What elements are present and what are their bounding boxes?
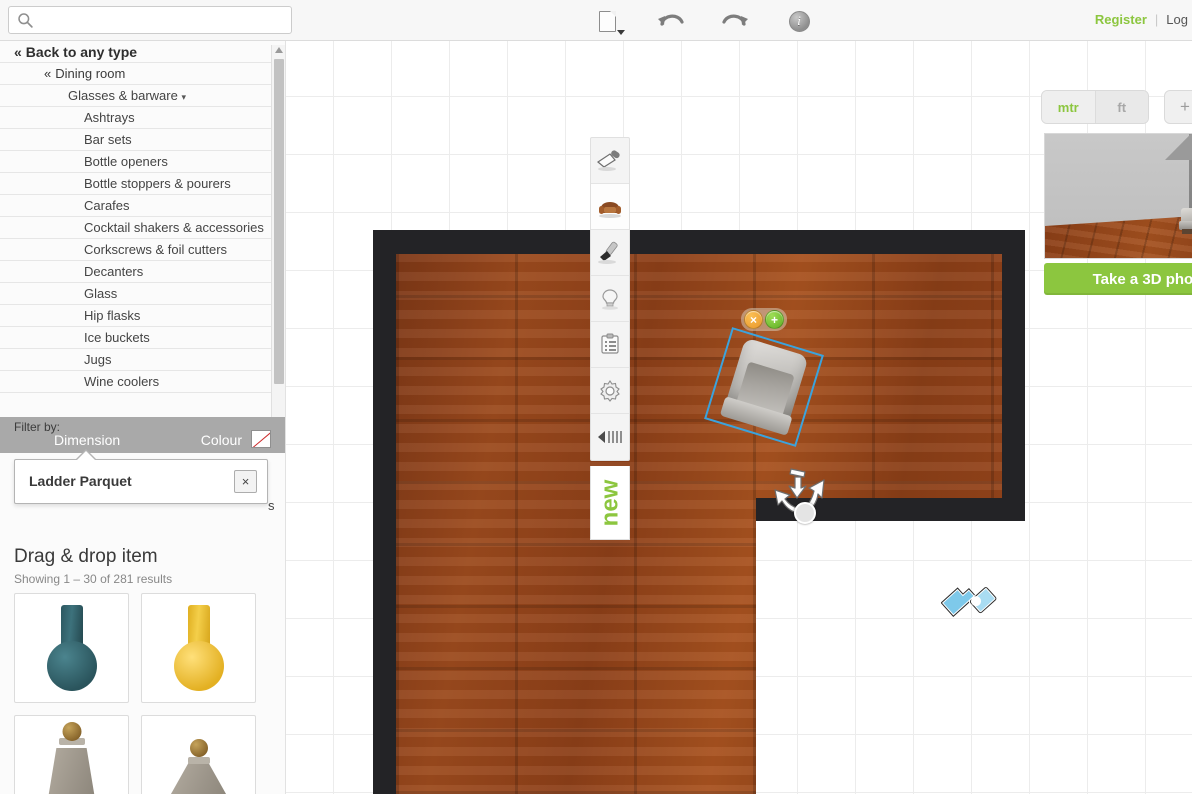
dimension-filter-popup: Ladder Parquet × <box>14 449 268 504</box>
popup-title: Ladder Parquet <box>29 473 132 489</box>
sidebar-item-bar-sets[interactable]: Bar sets <box>0 129 285 151</box>
left-sidebar: «Back to any type «Dining room Glasses &… <box>0 41 286 794</box>
breadcrumb-back-any-type[interactable]: «Back to any type <box>0 41 285 63</box>
login-link[interactable]: Log <box>1166 12 1188 27</box>
sidebar-item-glass[interactable]: Glass <box>0 283 285 305</box>
redo-button[interactable] <box>718 5 752 37</box>
category-group-label: Glasses & barware <box>68 88 178 103</box>
filter-bar: Filter by: Dimension Colour <box>0 417 285 453</box>
wide-decanter-icon <box>159 727 239 794</box>
product-grid <box>14 593 276 794</box>
delete-object-button[interactable]: × <box>744 310 763 329</box>
build-tool[interactable] <box>591 138 629 184</box>
sidebar-item-cocktail-shakers[interactable]: Cocktail shakers & accessories <box>0 217 285 239</box>
close-icon[interactable]: × <box>234 470 257 493</box>
gizmo-center-handle[interactable] <box>794 502 816 524</box>
sidebar-item-carafes[interactable]: Carafes <box>0 195 285 217</box>
search-box[interactable] <box>8 6 292 34</box>
sidebar-item-hip-flasks[interactable]: Hip flasks <box>0 305 285 327</box>
product-thumb-teal-decanter[interactable] <box>14 593 129 703</box>
collapse-arrow-icon <box>598 431 622 443</box>
3d-preview-panel[interactable] <box>1044 133 1192 259</box>
clipboard-icon <box>601 333 619 354</box>
add-object-button[interactable]: + <box>765 310 784 329</box>
product-thumb-tall-glass-decanter[interactable] <box>14 715 129 794</box>
lightbulb-icon <box>602 288 618 310</box>
trowel-icon <box>597 149 620 171</box>
no-colour-swatch-icon[interactable] <box>251 430 271 448</box>
product-thumb-yellow-decanter[interactable] <box>141 593 256 703</box>
unit-toggle[interactable]: mtr ft <box>1041 90 1149 124</box>
header-tool-group: i <box>590 4 816 38</box>
paint-tool[interactable] <box>591 230 629 276</box>
sidebar-item-bottle-openers[interactable]: Bottle openers <box>0 151 285 173</box>
new-tab-label: new <box>596 479 623 526</box>
blue-pointer-marker[interactable] <box>939 575 1001 631</box>
teal-decanter-icon <box>45 605 99 691</box>
lighting-tool[interactable] <box>591 276 629 322</box>
take-3d-photo-button[interactable]: Take a 3D photo <box>1044 263 1192 295</box>
info-button[interactable]: i <box>782 5 816 37</box>
armchair-icon <box>599 201 621 218</box>
chevron-down-icon <box>617 30 625 35</box>
settings-tool[interactable] <box>591 368 629 414</box>
breadcrumb-dining-room[interactable]: «Dining room <box>0 63 285 85</box>
scrollbar-thumb[interactable] <box>274 59 284 384</box>
paintbrush-icon <box>598 241 618 264</box>
sidebar-item-ice-buckets[interactable]: Ice buckets <box>0 327 285 349</box>
results-count: Showing 1 – 30 of 281 results <box>14 572 173 586</box>
sidebar-item-jugs[interactable]: Jugs <box>0 349 285 371</box>
undo-arrow-icon <box>658 14 684 26</box>
yellow-decanter-icon <box>172 605 226 691</box>
account-links: Register | Log <box>1095 12 1188 27</box>
chevron-down-icon: ▾ <box>181 92 186 102</box>
obscured-results-text: s <box>268 498 275 513</box>
app-root: i Register | Log «Back to any type «Dini… <box>0 0 1192 794</box>
double-chevron-left-icon: « <box>44 66 52 81</box>
sidebar-item-corkscrews[interactable]: Corkscrews & foil cutters <box>0 239 285 261</box>
undo-button[interactable] <box>654 5 688 37</box>
account-divider: | <box>1154 12 1159 27</box>
filter-colour-button[interactable]: Colour <box>201 432 242 448</box>
drag-drop-heading: Drag & drop item <box>14 546 158 567</box>
room-floor[interactable] <box>396 254 1002 794</box>
furniture-tool[interactable] <box>591 184 629 230</box>
new-document-dropdown[interactable] <box>590 5 625 37</box>
object-action-badges: × + <box>741 308 787 331</box>
sidebar-scrollbar[interactable] <box>271 45 285 447</box>
category-list: «Back to any type «Dining room Glasses &… <box>0 41 285 393</box>
search-input[interactable] <box>39 7 287 33</box>
product-thumb-wide-glass-decanter[interactable] <box>141 715 256 794</box>
redo-arrow-icon <box>722 14 748 26</box>
document-icon <box>598 10 616 32</box>
breadcrumb-label: Dining room <box>55 66 126 81</box>
sidebar-item-decanters[interactable]: Decanters <box>0 261 285 283</box>
zoom-in-button[interactable]: + <box>1164 90 1192 124</box>
register-link[interactable]: Register <box>1095 12 1147 27</box>
scroll-up-arrow-icon[interactable] <box>275 47 283 53</box>
filter-dimension-button[interactable]: Dimension <box>54 432 120 448</box>
vertical-toolbar <box>590 137 630 461</box>
sidebar-item-ashtrays[interactable]: Ashtrays <box>0 107 285 129</box>
list-tool[interactable] <box>591 322 629 368</box>
search-icon <box>18 13 33 28</box>
floorplan-canvas[interactable]: × + mtr ft + Take a 3D pho new <box>286 41 1192 794</box>
gear-icon <box>600 379 620 402</box>
pointer-marker-icon <box>939 586 998 619</box>
unit-metric-button[interactable]: mtr <box>1042 91 1095 123</box>
sidebar-item-wine-coolers[interactable]: Wine coolers <box>0 371 285 393</box>
preview-armchair-icon <box>1179 208 1192 234</box>
room-shape[interactable] <box>373 230 1025 794</box>
collapse-panel[interactable] <box>591 414 629 460</box>
sidebar-item-bottle-stoppers[interactable]: Bottle stoppers & pourers <box>0 173 285 195</box>
double-chevron-left-icon: « <box>14 44 22 60</box>
new-items-tab[interactable]: new <box>590 466 630 540</box>
move-rotate-gizmo[interactable] <box>764 466 836 528</box>
breadcrumb-label: Back to any type <box>25 44 138 60</box>
category-group-glasses-barware[interactable]: Glasses & barware ▾ <box>0 85 285 107</box>
top-header: i Register | Log <box>0 0 1192 41</box>
tall-decanter-icon <box>37 720 107 794</box>
unit-imperial-button[interactable]: ft <box>1094 91 1148 123</box>
info-icon: i <box>788 10 810 32</box>
